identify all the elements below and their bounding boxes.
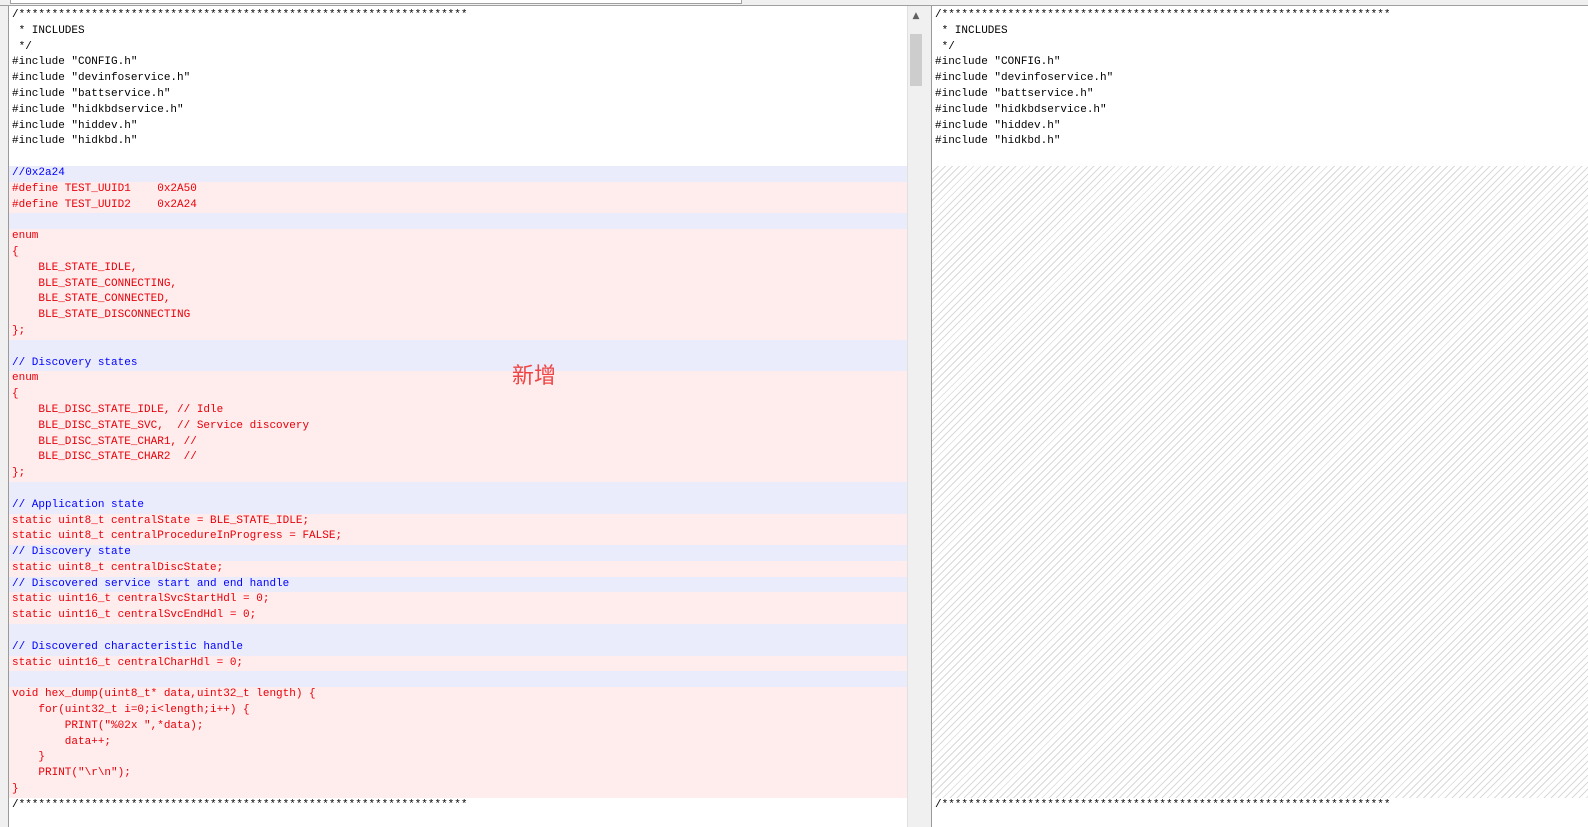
code-line: */ bbox=[935, 40, 955, 53]
code-line: /***************************************… bbox=[12, 798, 468, 811]
code-line: BLE_STATE_IDLE, bbox=[9, 260, 908, 277]
code-line: BLE_STATE_DISCONNECTING bbox=[9, 308, 908, 324]
code-line bbox=[9, 213, 908, 230]
code-line: }; bbox=[9, 466, 908, 482]
added-annotation-label: 新增 bbox=[512, 364, 557, 389]
code-line: // Discovery state bbox=[9, 545, 908, 561]
code-line bbox=[932, 165, 1588, 798]
code-line: void hex_dump(uint8_t* data,uint32_t len… bbox=[9, 687, 908, 704]
code-line: // Application state bbox=[9, 497, 908, 514]
code-line bbox=[9, 624, 908, 640]
code-line: #define TEST_UUID2 0x2A24 bbox=[9, 197, 908, 214]
code-line: BLE_STATE_CONNECTED, bbox=[9, 292, 908, 309]
code-line: //0x2a24 bbox=[9, 165, 908, 182]
code-line: { bbox=[9, 244, 908, 261]
code-line: }; bbox=[9, 323, 908, 340]
right-diff-pane[interactable]: /***************************************… bbox=[931, 6, 1588, 827]
code-line: #include "hidkbdservice.h" bbox=[935, 103, 1107, 116]
left-diff-pane[interactable]: /***************************************… bbox=[8, 6, 925, 827]
code-line: * INCLUDES bbox=[12, 24, 85, 37]
code-line: #define TEST_UUID1 0x2A50 bbox=[9, 181, 908, 198]
code-line: #include "hidkbd.h" bbox=[12, 135, 138, 148]
code-line: BLE_DISC_STATE_IDLE, // Idle bbox=[9, 402, 908, 419]
code-line: static uint16_t centralSvcStartHdl = 0; bbox=[9, 592, 908, 609]
code-line: BLE_DISC_STATE_CHAR2 // bbox=[9, 450, 908, 467]
code-line: #include "CONFIG.h" bbox=[935, 56, 1061, 69]
tab-strip bbox=[10, 0, 742, 4]
code-line: static uint16_t centralCharHdl = 0; bbox=[9, 655, 908, 672]
left-code-view[interactable]: /***************************************… bbox=[9, 8, 908, 814]
code-line: } bbox=[9, 782, 908, 798]
code-line: PRINT("%02x ",*data); bbox=[9, 718, 908, 735]
code-line: // Discovered characteristic handle bbox=[9, 639, 908, 656]
code-line: /***************************************… bbox=[12, 9, 468, 21]
scroll-thumb[interactable] bbox=[910, 34, 922, 86]
code-line: * INCLUDES bbox=[935, 24, 1008, 37]
pane-splitter[interactable] bbox=[924, 6, 930, 827]
code-line: #include "hidkbd.h" bbox=[935, 135, 1061, 148]
code-line: static uint8_t centralProcedureInProgres… bbox=[9, 529, 908, 546]
code-line bbox=[9, 671, 908, 688]
right-code-view[interactable]: /***************************************… bbox=[932, 8, 1588, 814]
code-line: /***************************************… bbox=[935, 798, 1391, 811]
code-line: #include "battservice.h" bbox=[12, 87, 171, 100]
code-line: BLE_DISC_STATE_CHAR1, // bbox=[9, 434, 908, 451]
code-line: static uint8_t centralState = BLE_STATE_… bbox=[9, 513, 908, 530]
code-line bbox=[9, 481, 908, 498]
code-line: } bbox=[9, 750, 908, 767]
code-line: static uint16_t centralSvcEndHdl = 0; bbox=[9, 608, 908, 625]
code-line: PRINT("\r\n"); bbox=[9, 766, 908, 783]
code-line: // Discovered service start and end hand… bbox=[9, 576, 908, 593]
code-line: #include "hidkbdservice.h" bbox=[12, 103, 184, 116]
code-line: BLE_STATE_CONNECTING, bbox=[9, 276, 908, 293]
code-line: #include "devinfoservice.h" bbox=[935, 72, 1114, 85]
left-vertical-scrollbar[interactable]: ▲ bbox=[907, 6, 924, 827]
code-line: enum bbox=[9, 229, 908, 245]
code-line: */ bbox=[12, 40, 32, 53]
scroll-up-arrow-icon[interactable]: ▲ bbox=[908, 8, 924, 24]
code-line: #include "hiddev.h" bbox=[12, 119, 138, 132]
code-line: { bbox=[9, 387, 908, 403]
code-line: #include "battservice.h" bbox=[935, 87, 1094, 100]
code-line: static uint8_t centralDiscState; bbox=[9, 560, 908, 577]
code-line bbox=[9, 339, 908, 356]
code-line: /***************************************… bbox=[935, 9, 1391, 21]
code-line: enum bbox=[9, 371, 908, 388]
code-line: #include "devinfoservice.h" bbox=[12, 72, 191, 85]
code-line: #include "hiddev.h" bbox=[935, 119, 1061, 132]
code-line: BLE_DISC_STATE_SVC, // Service discovery bbox=[9, 418, 908, 435]
code-line: // Discovery states bbox=[9, 355, 908, 372]
code-line: for(uint32_t i=0;i<length;i++) { bbox=[9, 703, 908, 719]
code-line: #include "CONFIG.h" bbox=[12, 56, 138, 69]
code-line: data++; bbox=[9, 734, 908, 751]
